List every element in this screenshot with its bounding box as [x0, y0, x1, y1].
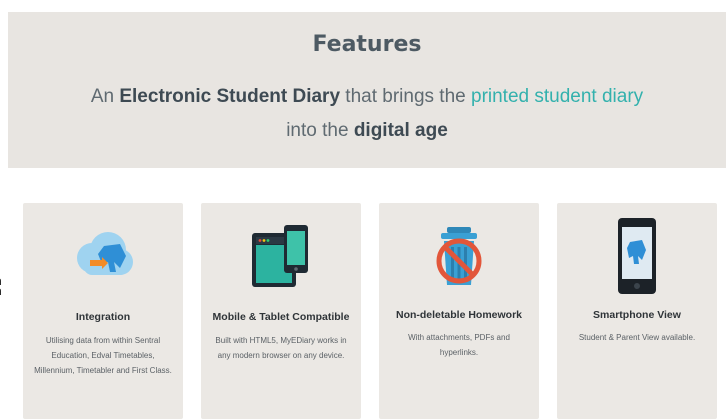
tagline-line-1: An Electronic Student Diary that brings … [8, 86, 726, 108]
cloud-elephant-icon [23, 221, 183, 291]
card-title: Non-deletable Homework [395, 309, 523, 321]
feature-card-smartphone-view: Smartphone View Student & Parent View av… [557, 203, 717, 419]
feature-card-mobile-tablet: Mobile & Tablet Compatible Built with HT… [201, 203, 361, 419]
tagline-text: into the [286, 120, 354, 141]
card-description: Student & Parent View available. [578, 333, 696, 342]
card-description: Built with HTML5, MyEDiary works in any … [215, 336, 347, 360]
card-description: Utilising data from within Sentral Educa… [34, 336, 172, 375]
card-description: With attachments, PDFs and hyperlinks. [408, 333, 510, 357]
tagline-bold: digital age [353, 120, 448, 141]
card-title: Integration [75, 311, 131, 323]
tablet-phone-icon [201, 221, 361, 291]
card-title: Mobile & Tablet Compatible [212, 311, 350, 323]
tagline-text: that brings the [340, 86, 471, 107]
features-hero: Features An Electronic Student Diary tha… [8, 12, 726, 168]
tagline-line-2: into the digital age [8, 120, 726, 142]
tagline-bold: Electronic Student Diary [119, 86, 341, 107]
smartphone-elephant-icon [557, 218, 717, 294]
tagline-text: An [90, 86, 120, 107]
feature-card-integration: Integration Utilising data from within S… [23, 203, 183, 419]
no-delete-trash-icon [379, 221, 539, 291]
feature-card-non-deletable-homework: Non-deletable Homework With attachments,… [379, 203, 539, 419]
tagline-highlight: printed student diary [471, 86, 644, 107]
card-title: Smartphone View [593, 309, 681, 321]
clipped-edge-text: n n [0, 276, 6, 296]
features-heading: Features [312, 32, 422, 57]
